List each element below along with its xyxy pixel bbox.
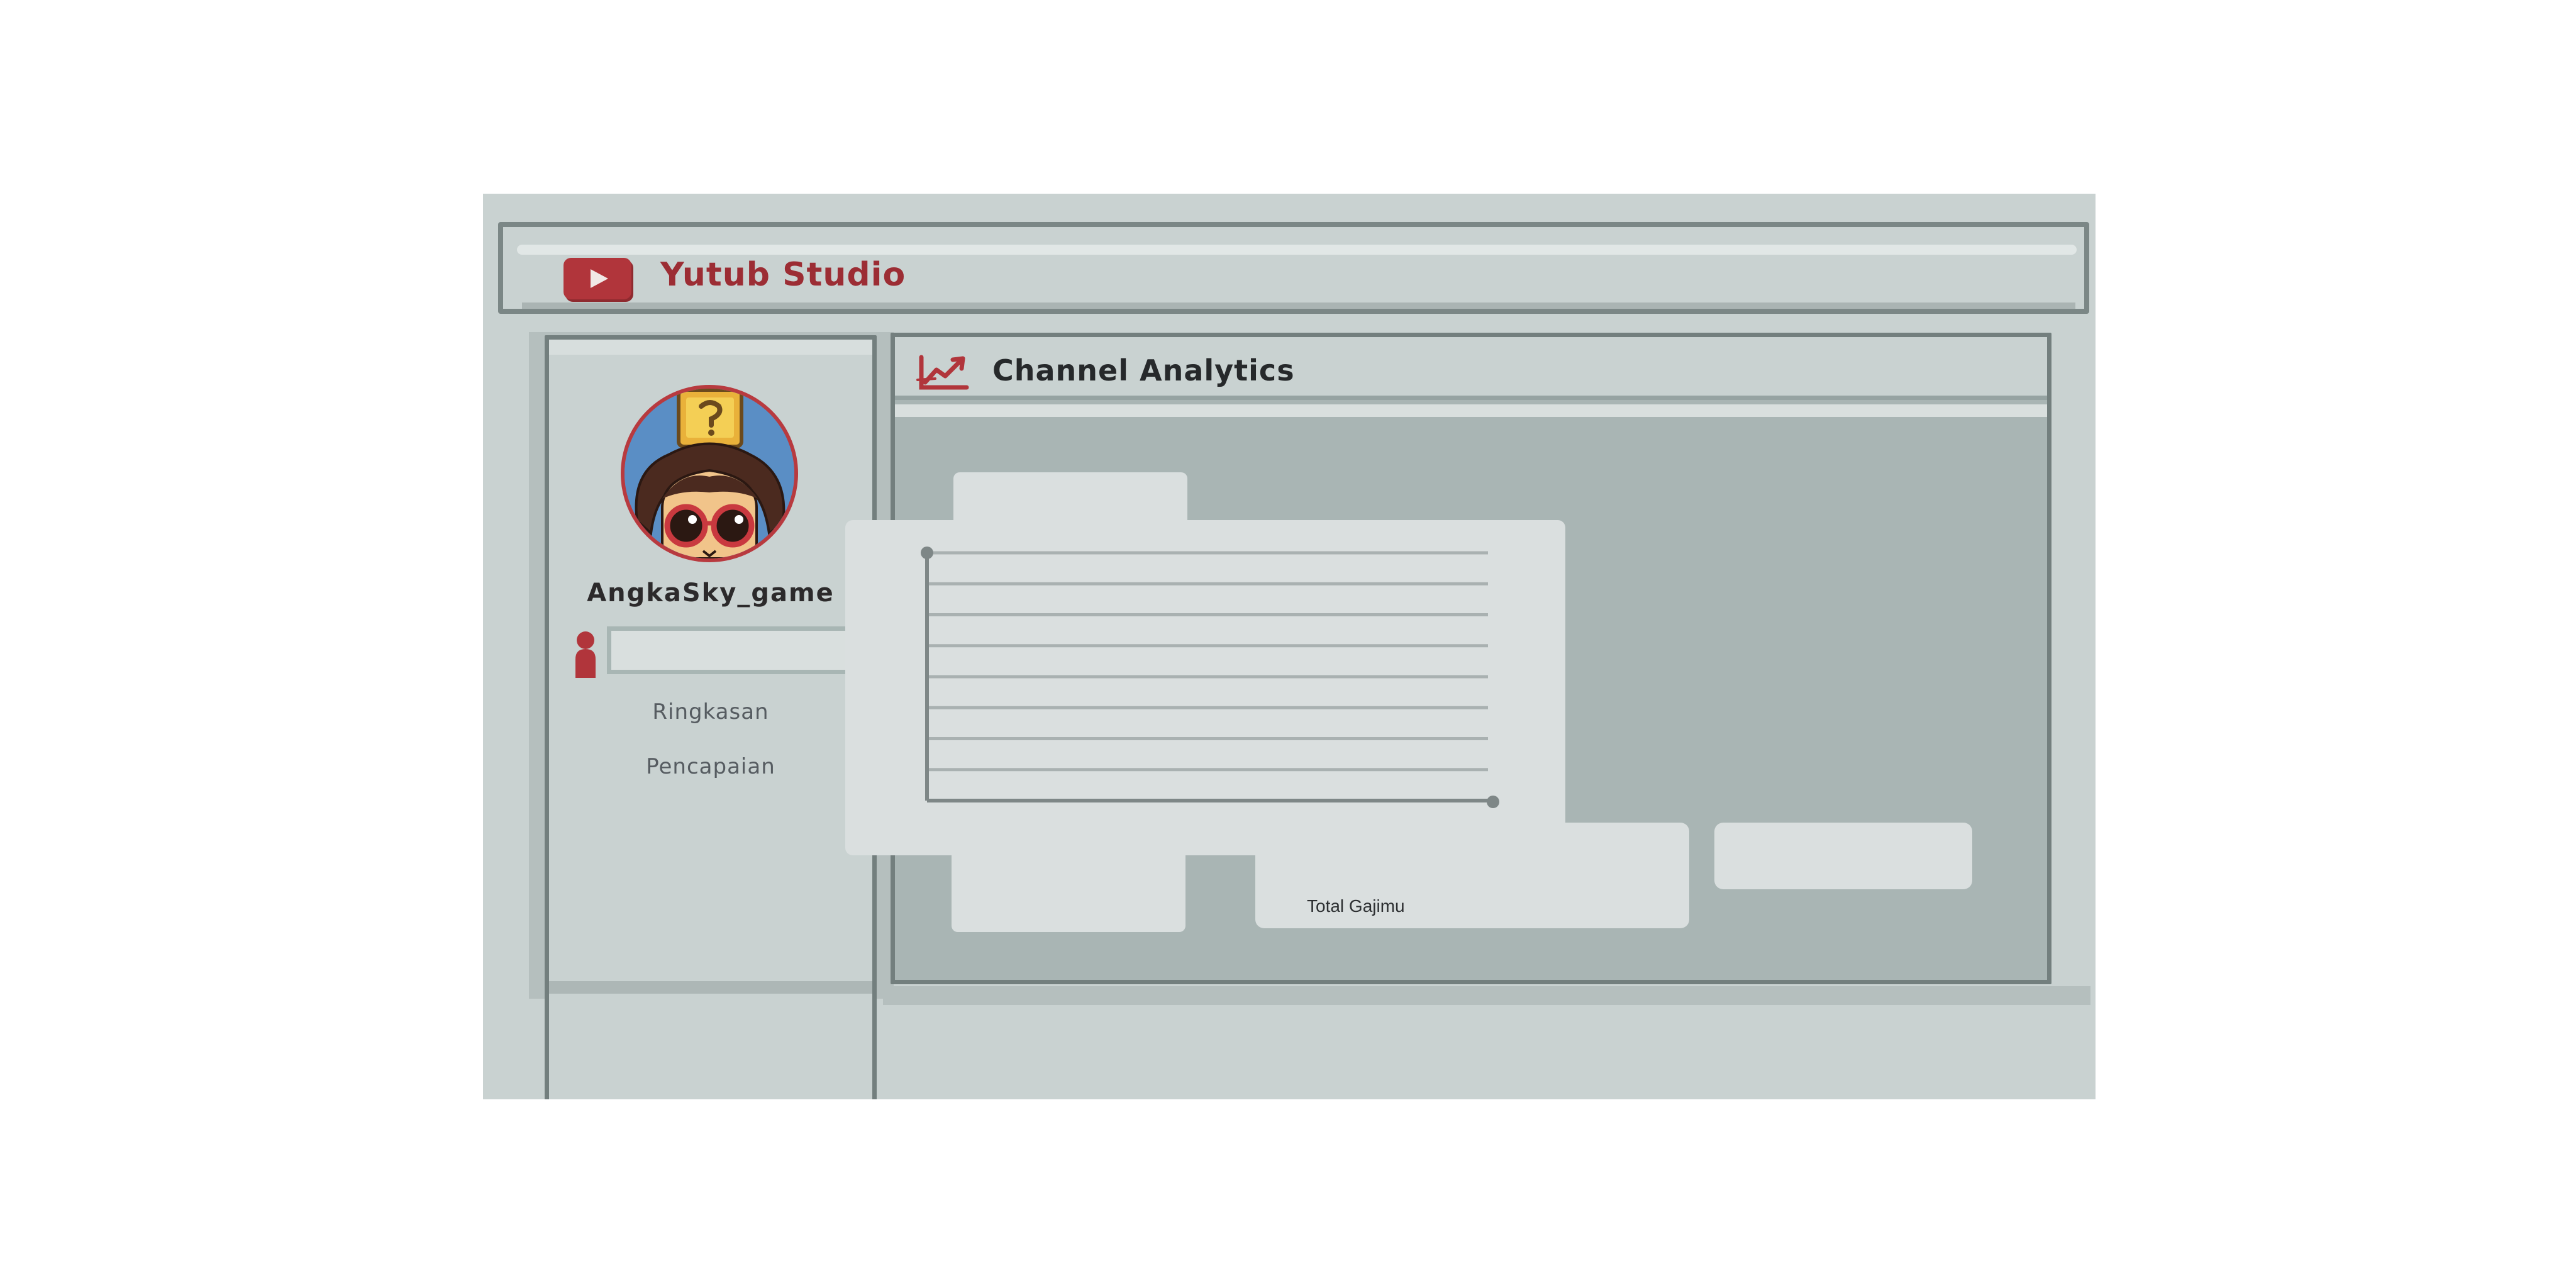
sidebar: AngkaSky_game Ringkasan Pencapaian (545, 335, 877, 1099)
play-button-icon[interactable] (564, 258, 631, 299)
person-icon (575, 631, 596, 678)
main-header: Channel Analytics (895, 337, 2047, 400)
total-earnings-card[interactable] (1714, 823, 1972, 889)
trend-chart-icon (916, 355, 969, 390)
main-panel-shadow (883, 986, 2090, 1005)
subscriber-count-field (607, 626, 851, 674)
analytics-chart-card[interactable] (845, 520, 1565, 855)
total-earnings-label: Total Gajimu (1307, 896, 1405, 916)
sidebar-divider (549, 981, 872, 994)
sidebar-item-ringkasan[interactable]: Ringkasan (549, 699, 872, 724)
app-window: Yutub Studio AngkaSky_game Ringkasan Pen… (483, 194, 2096, 1099)
app-title[interactable]: Yutub Studio (660, 256, 906, 294)
x-axis-end-dot (1487, 796, 1499, 808)
top-bar-base (522, 303, 2075, 309)
avatar[interactable] (621, 385, 798, 562)
sidebar-item-pencapaian[interactable]: Pencapaian (549, 754, 872, 779)
avatar-illustration (625, 389, 794, 558)
top-bar: Yutub Studio (498, 222, 2089, 314)
channel-name: AngkaSky_game (587, 579, 835, 608)
page-title: Channel Analytics (992, 353, 1295, 387)
top-bar-highlight (517, 245, 2077, 255)
analytics-chart (921, 547, 1499, 808)
y-axis-end-dot (921, 547, 933, 559)
main-header-highlight (895, 404, 2047, 417)
sidebar-top-edge (549, 340, 872, 355)
